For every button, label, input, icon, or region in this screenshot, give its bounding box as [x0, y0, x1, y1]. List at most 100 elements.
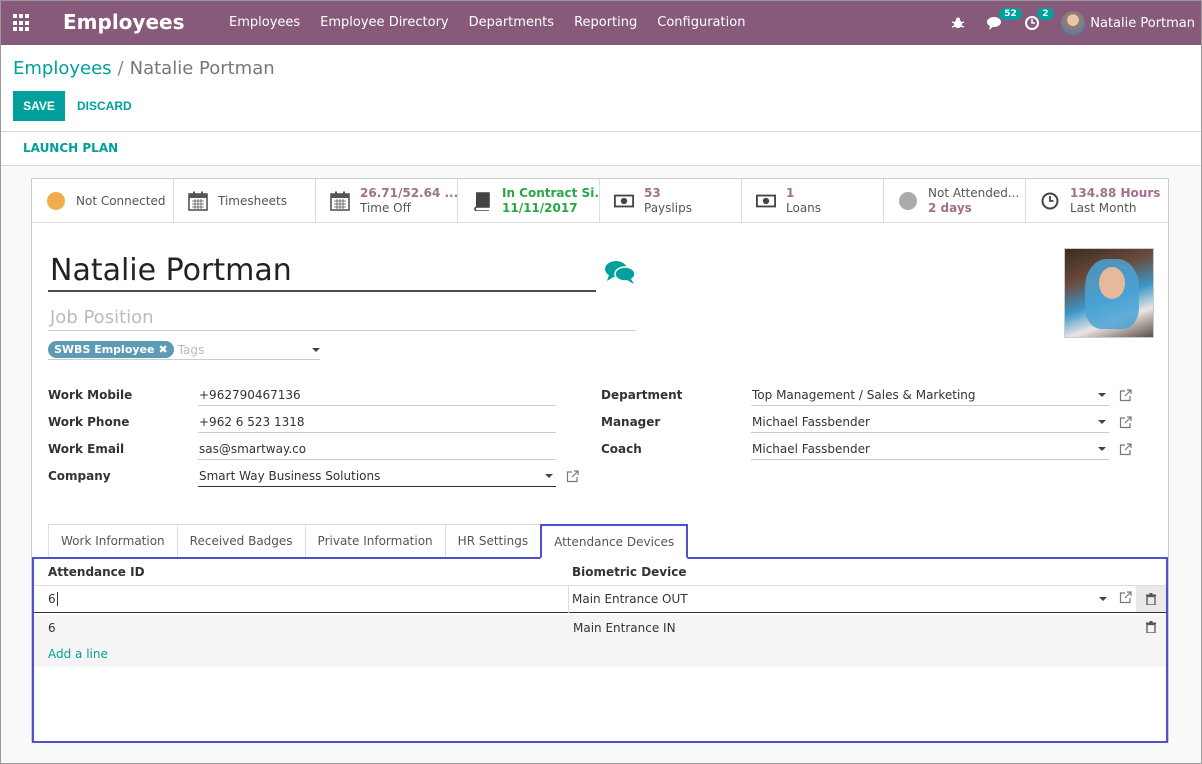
- menu-item-departments[interactable]: Departments: [459, 15, 564, 30]
- activities-clock-icon[interactable]: 2: [1025, 8, 1054, 30]
- coach-label: Coach: [601, 442, 642, 456]
- company-select[interactable]: Smart Way Business Solutions: [198, 466, 556, 487]
- work-phone-value: +962 6 523 1318: [199, 415, 305, 429]
- chevron-down-icon[interactable]: [312, 347, 320, 352]
- loans-count: 1: [786, 186, 795, 200]
- chevron-down-icon[interactable]: [1098, 447, 1106, 451]
- coach-select[interactable]: Michael Fassbender: [751, 439, 1109, 460]
- smart-button-loans[interactable]: 1 Loans: [742, 179, 884, 223]
- attendance-id-input[interactable]: 6: [48, 585, 569, 613]
- work-email-label: Work Email: [48, 442, 125, 456]
- tab-work-information[interactable]: Work Information: [48, 524, 178, 557]
- department-label: Department: [601, 388, 683, 402]
- smart-button-attendance[interactable]: Not Attended... 2 days: [884, 179, 1026, 223]
- department-select[interactable]: Top Management / Sales & Marketing: [751, 385, 1109, 406]
- table-row[interactable]: 6 Main Entrance IN: [34, 615, 1166, 641]
- user-name: Natalie Portman: [1090, 15, 1195, 31]
- table-row-editing[interactable]: 6 Main Entrance OUT: [34, 585, 1166, 613]
- external-link-icon[interactable]: [1119, 591, 1132, 607]
- trash-icon[interactable]: [1146, 620, 1156, 636]
- add-line-row: Add a line: [34, 641, 1166, 667]
- column-biometric-device[interactable]: Biometric Device: [572, 565, 687, 579]
- calendar-icon: [330, 191, 350, 211]
- attendance-days: 2 days: [928, 201, 972, 215]
- breadcrumb: Employees / Natalie Portman: [13, 58, 275, 79]
- attendance-status-dot: [899, 192, 917, 210]
- activities-count-badge: 2: [1037, 8, 1054, 20]
- save-button[interactable]: SAVE: [13, 91, 65, 121]
- time-off-value: 26.71/52.64 ...: [360, 186, 457, 200]
- contract-status: In Contract Si...: [502, 186, 599, 200]
- smart-button-presence[interactable]: Not Connected: [32, 179, 174, 223]
- tab-private-information[interactable]: Private Information: [304, 524, 446, 557]
- table-header: Attendance ID Biometric Device: [34, 559, 1166, 586]
- job-position-field[interactable]: Job Position: [48, 305, 636, 331]
- chevron-down-icon[interactable]: [1098, 420, 1106, 424]
- app-title: Employees: [63, 10, 185, 34]
- main-menu: Employees Employee Directory Departments…: [219, 15, 755, 30]
- work-email-field[interactable]: sas@smartway.co: [198, 439, 556, 460]
- manager-label: Manager: [601, 415, 661, 429]
- breadcrumb-employees-link[interactable]: Employees: [13, 58, 112, 79]
- presence-status-dot: [47, 192, 65, 210]
- add-line-link[interactable]: Add a line: [48, 647, 108, 661]
- external-link-icon[interactable]: [1119, 416, 1132, 433]
- systray: 52 2 Natalie Portman: [951, 1, 1201, 45]
- department-value: Top Management / Sales & Marketing: [752, 388, 976, 402]
- smart-button-hours[interactable]: 134.88 Hours Last Month: [1026, 179, 1168, 223]
- time-off-label: Time Off: [360, 201, 411, 215]
- debug-bug-icon[interactable]: [951, 16, 965, 30]
- work-mobile-label: Work Mobile: [48, 388, 133, 402]
- form-sheet: Not Connected Timesheets 26.71/52.64 ...…: [31, 178, 1169, 743]
- tags-field[interactable]: SWBS Employee ✖ Tags: [48, 340, 320, 360]
- menu-item-employee-directory[interactable]: Employee Directory: [310, 15, 458, 30]
- menu-item-employees[interactable]: Employees: [219, 15, 310, 30]
- chevron-down-icon[interactable]: [545, 474, 553, 478]
- breadcrumb-current: Natalie Portman: [129, 58, 275, 79]
- external-link-icon[interactable]: [1119, 443, 1132, 460]
- hours-label: Last Month: [1070, 201, 1137, 215]
- attendance-devices-pane: Attendance ID Biometric Device 6 Main En…: [32, 557, 1168, 743]
- contract-date: 11/11/2017: [502, 201, 578, 215]
- work-phone-field[interactable]: +962 6 523 1318: [198, 412, 556, 433]
- tab-attendance-devices[interactable]: Attendance Devices: [540, 524, 689, 559]
- apps-menu-icon[interactable]: [13, 14, 31, 32]
- smart-button-timesheets[interactable]: Timesheets: [174, 179, 316, 223]
- clock-icon: [1040, 192, 1060, 210]
- menu-item-reporting[interactable]: Reporting: [564, 15, 647, 30]
- messages-icon[interactable]: 52: [987, 8, 1022, 30]
- hours-value: 134.88 Hours: [1070, 186, 1161, 200]
- breadcrumb-separator: /: [117, 58, 124, 79]
- column-attendance-id[interactable]: Attendance ID: [48, 565, 558, 579]
- manager-select[interactable]: Michael Fassbender: [751, 412, 1109, 433]
- smart-button-contract[interactable]: In Contract Si... 11/11/2017: [458, 179, 600, 223]
- notebook-tabs: Work Information Received Badges Private…: [48, 524, 689, 559]
- smart-button-time-off[interactable]: 26.71/52.64 ... Time Off: [316, 179, 458, 223]
- attendance-id-cell: 6: [48, 621, 56, 635]
- tag-remove-icon[interactable]: ✖: [158, 343, 167, 356]
- work-mobile-field[interactable]: +962790467136: [198, 385, 556, 406]
- external-link-icon[interactable]: [1119, 389, 1132, 406]
- work-mobile-value: +962790467136: [199, 388, 301, 402]
- employee-name-field[interactable]: Natalie Portman: [48, 251, 596, 292]
- trash-icon[interactable]: [1136, 586, 1166, 612]
- chat-icon[interactable]: [604, 259, 636, 289]
- tab-received-badges[interactable]: Received Badges: [176, 524, 306, 557]
- user-menu[interactable]: Natalie Portman: [1061, 11, 1195, 35]
- chevron-down-icon[interactable]: [1099, 597, 1107, 601]
- messages-count-badge: 52: [999, 8, 1022, 20]
- attendance-status: Not Attended...: [928, 186, 1020, 200]
- menu-item-configuration[interactable]: Configuration: [647, 15, 755, 30]
- chevron-down-icon[interactable]: [1098, 393, 1106, 397]
- discard-button[interactable]: DISCARD: [77, 91, 132, 121]
- smart-button-payslips[interactable]: 53 Payslips: [600, 179, 742, 223]
- external-link-icon[interactable]: [566, 470, 579, 487]
- employee-photo[interactable]: [1064, 248, 1154, 338]
- control-panel: Employees / Natalie Portman SAVE DISCARD: [1, 45, 1201, 132]
- biometric-device-select[interactable]: Main Entrance OUT: [572, 586, 1107, 613]
- tag-label: SWBS Employee: [54, 343, 155, 356]
- biometric-device-value: Main Entrance OUT: [572, 592, 688, 606]
- launch-plan-button[interactable]: LAUNCH PLAN: [23, 141, 118, 155]
- tab-hr-settings[interactable]: HR Settings: [444, 524, 542, 557]
- company-value: Smart Way Business Solutions: [199, 469, 381, 483]
